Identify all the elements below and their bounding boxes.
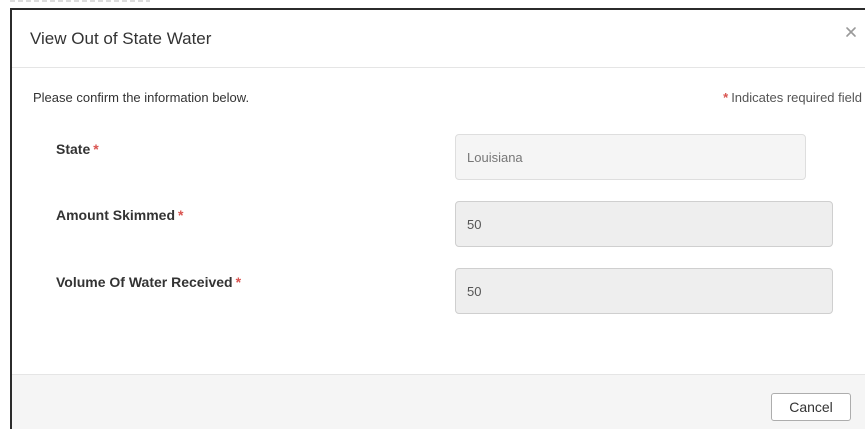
amount-skimmed-label-text: Amount Skimmed (56, 207, 176, 223)
state-field[interactable] (455, 134, 806, 180)
close-icon[interactable] (843, 24, 859, 40)
state-label-text: State (56, 141, 91, 157)
modal-title: View Out of State Water (30, 29, 212, 48)
volume-received-field[interactable] (455, 268, 833, 314)
required-field-note: * Indicates required field (723, 90, 862, 105)
required-marker: * (723, 90, 729, 105)
modal-header: View Out of State Water (12, 10, 865, 68)
required-marker: * (235, 274, 242, 290)
modal-footer: Cancel (12, 374, 865, 429)
cancel-button[interactable]: Cancel (771, 393, 851, 421)
volume-received-label: Volume Of Water Received * (56, 274, 241, 290)
modal-dialog: View Out of State Water Please confirm t… (10, 8, 865, 429)
required-marker: * (178, 207, 184, 223)
required-note-text: Indicates required field (731, 90, 862, 105)
required-marker: * (93, 141, 99, 157)
intro-text: Please confirm the information below. (33, 90, 250, 105)
amount-skimmed-label: Amount Skimmed * (56, 207, 183, 223)
amount-skimmed-field[interactable] (455, 201, 833, 247)
state-label: State * (56, 141, 99, 157)
volume-received-label-text: Volume Of Water Received (56, 274, 233, 290)
